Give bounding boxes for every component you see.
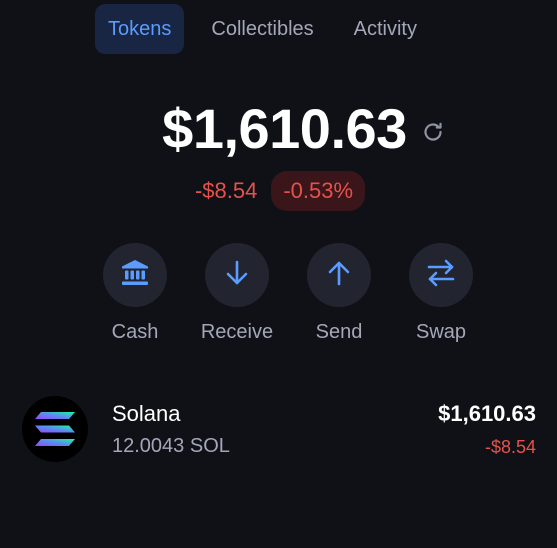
receive-label: Receive: [200, 321, 274, 343]
tab-activity[interactable]: Activity: [341, 4, 430, 54]
change-percent-badge: -0.53%: [271, 171, 366, 211]
token-change: -$8.54: [484, 436, 536, 457]
token-amount: 12.0043 SOL: [112, 434, 230, 457]
swap-icon: [425, 257, 457, 294]
send-label: Send: [315, 321, 363, 343]
solana-logo-icon: [22, 396, 88, 462]
arrow-up-icon: [324, 258, 354, 293]
receive-button-circle[interactable]: [205, 243, 269, 307]
total-balance: $1,610.63: [162, 97, 407, 160]
tab-bar: Tokens Collectibles Activity: [95, 4, 430, 54]
swap-label: Swap: [415, 321, 467, 343]
send-button-circle[interactable]: [307, 243, 371, 307]
token-name: Solana: [112, 400, 181, 426]
token-values: $1,610.63 -$8.54: [438, 401, 536, 458]
tab-tokens[interactable]: Tokens: [95, 4, 185, 54]
balance-section: $1,610.63: [0, 96, 557, 161]
swap-button[interactable]: Swap: [390, 243, 492, 344]
swap-button-circle[interactable]: [409, 243, 473, 307]
send-button[interactable]: Send: [288, 243, 390, 344]
cash-label: Cash: [111, 321, 159, 343]
arrow-down-icon: [222, 258, 252, 293]
receive-button[interactable]: Receive: [186, 243, 288, 344]
cash-button-circle[interactable]: [103, 243, 167, 307]
refresh-icon[interactable]: [421, 120, 445, 144]
balance-change: -$8.54 -0.53%: [0, 171, 557, 211]
change-absolute: -$8.54: [194, 178, 258, 203]
token-value: $1,610.63: [438, 400, 536, 426]
bank-icon: [119, 257, 151, 294]
token-row-solana[interactable]: Solana 12.0043 SOL $1,610.63 -$8.54: [22, 396, 536, 462]
token-info: Solana 12.0043 SOL: [112, 401, 230, 458]
tab-collectibles[interactable]: Collectibles: [198, 4, 326, 54]
action-buttons: Cash Receive Send Swap: [84, 243, 492, 344]
cash-button[interactable]: Cash: [84, 243, 186, 344]
